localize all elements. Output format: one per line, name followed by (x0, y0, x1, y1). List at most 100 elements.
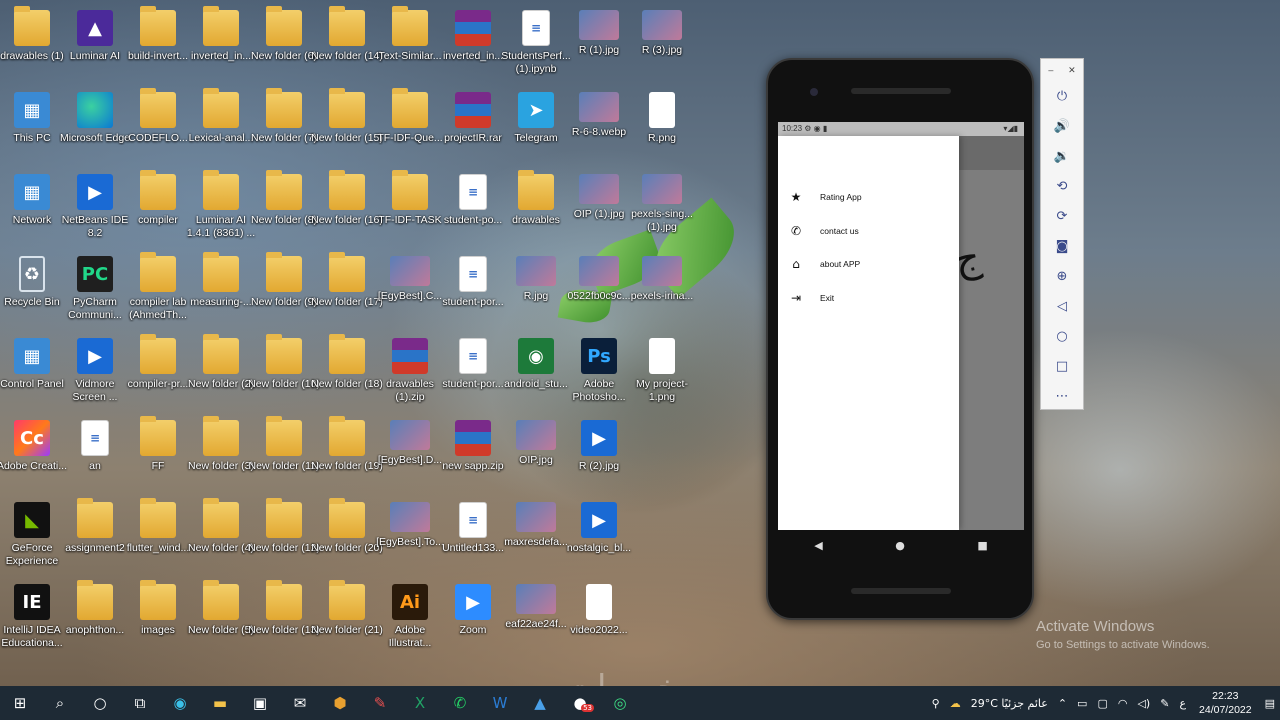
excel-icon[interactable]: X (400, 686, 440, 720)
desktop-icon[interactable]: TF-IDF-Que... (377, 86, 443, 166)
drawer-item-contact-us[interactable]: ✆ contact us (778, 216, 959, 246)
desktop-icon[interactable]: 0522fb0c9c... (567, 250, 631, 330)
desktop-icon[interactable]: new sapp.zip (441, 414, 505, 494)
desktop-icon[interactable]: ▦ Network (0, 168, 64, 248)
desktop-icon[interactable]: OIP (1).jpg (567, 168, 631, 248)
weather-icon[interactable]: ☁ (945, 697, 966, 710)
notifications-app-icon[interactable]: ● 53 (560, 686, 600, 720)
desktop-icon[interactable]: ◉ android_stu... (504, 332, 568, 412)
home-icon[interactable]: ○ (1041, 321, 1083, 351)
volume-icon[interactable]: ◁) (1132, 697, 1155, 710)
desktop-icon[interactable]: [EgyBest].To... (376, 496, 444, 576)
volume-up-icon[interactable]: 🔊 (1041, 111, 1083, 141)
desktop-icon[interactable]: ≡ student-por... (441, 332, 505, 412)
desktop-icon[interactable]: New folder (2) (188, 332, 254, 412)
desktop-icon[interactable]: compiler lab (AhmedTh... (126, 250, 190, 330)
desktop-icon[interactable]: ≡ StudentsPerf... (1).ipynb (501, 4, 571, 84)
desktop-icon[interactable]: ▦ Control Panel (0, 332, 64, 412)
desktop-icon[interactable]: ▶ nostalgic_bl... (567, 496, 631, 576)
display-icon[interactable]: ▢ (1092, 697, 1112, 710)
desktop-icon[interactable]: drawables (504, 168, 568, 248)
chevron-up-icon[interactable]: ⌃ (1053, 697, 1072, 710)
desktop-icon[interactable]: New folder (19) (311, 414, 383, 494)
volume-down-icon[interactable]: 🔉 (1041, 141, 1083, 171)
desktop-icon[interactable]: Microsoft Edge (60, 86, 130, 166)
desktop-icon[interactable]: images (126, 578, 190, 658)
desktop-icon[interactable]: New folder (12) (248, 496, 320, 576)
desktop-icon[interactable]: New folder (17) (311, 250, 383, 330)
desktop-icon[interactable]: ≡ an (63, 414, 127, 494)
android-studio-taskbar-icon[interactable]: ◎ (600, 686, 640, 720)
desktop-icon[interactable]: New folder (15) (311, 86, 383, 166)
rotate-right-icon[interactable]: ⟳ (1041, 201, 1083, 231)
desktop-icon[interactable]: projectIR.rar (441, 86, 505, 166)
desktop-icon[interactable]: pexels-sing... (1).jpg (630, 168, 694, 248)
drawer-item-rating-app[interactable]: ★ Rating App (778, 182, 959, 212)
desktop-icon[interactable]: inverted_in... (441, 4, 505, 84)
drawer-item-about-app[interactable]: ⌂ about APP (778, 249, 959, 279)
zoom-icon[interactable]: ⊕ (1041, 261, 1083, 291)
pen-icon[interactable]: ✎ (1155, 697, 1174, 710)
power-icon[interactable]: ⏻ (1041, 81, 1083, 111)
desktop-icon[interactable]: CODEFLO... (126, 86, 190, 166)
desktop-icon[interactable]: New folder (21) (311, 578, 383, 658)
desktop-icon[interactable]: drawables (1) (0, 4, 64, 84)
desktop-icon[interactable]: drawables (1).zip (378, 332, 442, 412)
desktop-icon[interactable]: ➤ Telegram (504, 86, 568, 166)
app-hexagon-icon[interactable]: ⬢ (320, 686, 360, 720)
desktop-icon[interactable]: R.png (630, 86, 694, 166)
more-icon[interactable]: ⋯ (1041, 381, 1083, 411)
desktop-icon[interactable]: ≡ student-po... (441, 168, 505, 248)
desktop-icon[interactable]: New folder (11) (249, 414, 320, 494)
file-explorer-icon[interactable]: ▬ (200, 686, 240, 720)
desktop-icon[interactable]: maxresdefa... (504, 496, 568, 576)
desktop-icon[interactable]: ▶ R (2).jpg (567, 414, 631, 494)
photos-icon[interactable]: ▲ (520, 686, 560, 720)
back-icon[interactable]: ◀ (814, 539, 822, 552)
desktop-icon[interactable]: flutter_wind... (126, 496, 190, 576)
windows-start-icon[interactable]: ⊞ (0, 686, 40, 720)
desktop-icon[interactable]: [EgyBest].C... (378, 250, 442, 330)
close-icon[interactable]: ✕ (1068, 65, 1076, 76)
back-icon[interactable]: ◁ (1041, 291, 1083, 321)
desktop-icon[interactable]: Ai Adobe Illustrat... (378, 578, 442, 658)
battery-tray-icon[interactable]: ▭ (1072, 697, 1092, 710)
task-view-icon[interactable]: ⧉ (120, 686, 160, 720)
desktop-icon[interactable]: build-invert... (126, 4, 190, 84)
desktop-icon[interactable]: My project-1.png (630, 332, 694, 412)
desktop-icon[interactable]: TF-IDF-TASK (378, 168, 442, 248)
desktop-icon[interactable]: anophthon... (63, 578, 127, 658)
desktop-icon[interactable]: New folder (16) (311, 168, 383, 248)
desktop-icon[interactable]: FF (126, 414, 190, 494)
desktop-icon[interactable]: ▶ Vidmore Screen ... (63, 332, 127, 412)
desktop-icon[interactable]: ◣ GeForce Experience (0, 496, 64, 576)
desktop-icon[interactable]: ▶ NetBeans IDE 8.2 (62, 168, 128, 248)
people-icon[interactable]: ⚲ (927, 697, 945, 710)
search-icon[interactable]: ⌕ (40, 686, 80, 720)
desktop-icon[interactable]: R (1).jpg (567, 4, 631, 84)
desktop-icon[interactable]: ≡ Untitled133... (441, 496, 505, 576)
camera-icon[interactable]: ◙ (1041, 231, 1083, 261)
edge-taskbar-icon[interactable]: ◉ (160, 686, 200, 720)
home-circle-icon[interactable]: ● (895, 539, 905, 552)
weather-text[interactable]: 29°C عائم جزئيًا (966, 697, 1053, 710)
desktop-icon[interactable]: ▦ This PC (0, 86, 64, 166)
desktop-icon[interactable]: New folder (13) (248, 578, 320, 658)
desktop-icon[interactable]: New folder (18) (311, 332, 383, 412)
desktop-icon[interactable]: inverted_in... (189, 4, 253, 84)
desktop-icon[interactable]: New folder (10) (248, 332, 320, 412)
desktop-icon[interactable]: New folder (8) (251, 168, 317, 248)
desktop-icon[interactable]: Ps Adobe Photosho... (567, 332, 631, 412)
desktop-icon[interactable]: R (3).jpg (630, 4, 694, 84)
drawer-item-exit[interactable]: ⇥ Exit (778, 283, 959, 313)
desktop-icon[interactable]: ♻ Recycle Bin (0, 250, 64, 330)
mail-icon[interactable]: ✉ (280, 686, 320, 720)
language-indicator[interactable]: ع (1174, 697, 1191, 710)
desktop-icon[interactable]: Luminar AI 1.4.1 (8361) ... (187, 168, 255, 248)
desktop-icon[interactable]: New folder (14) (311, 4, 383, 84)
paint-icon[interactable]: ✎ (360, 686, 400, 720)
word-icon[interactable]: W (480, 686, 520, 720)
desktop-icon[interactable]: New folder (5) (188, 578, 254, 658)
desktop-icon[interactable]: New folder (4) (188, 496, 254, 576)
desktop-icon[interactable]: Text-Similar... (378, 4, 442, 84)
